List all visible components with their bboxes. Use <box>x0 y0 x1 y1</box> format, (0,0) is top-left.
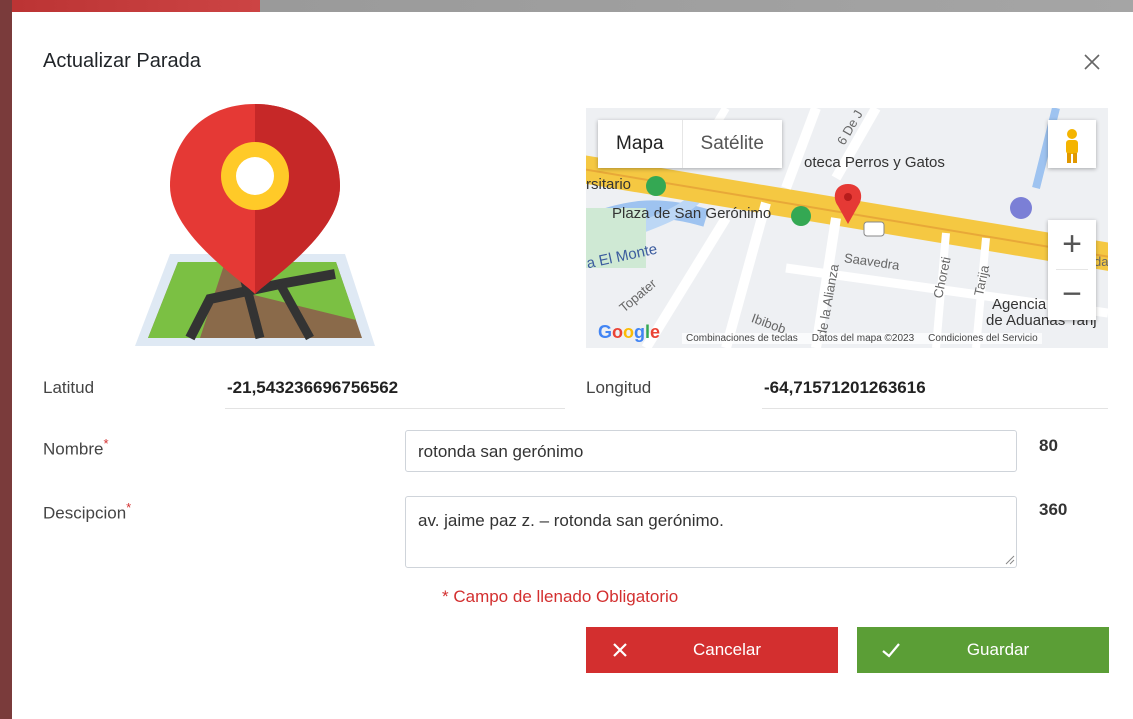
resize-handle-icon[interactable] <box>1003 552 1015 565</box>
location-map[interactable]: Mapa Satélite oteca Perros y Gatos rsita… <box>586 108 1108 348</box>
descripcion-label: Descipcion* <box>43 500 132 523</box>
map-label: oteca Perros y Gatos <box>804 154 945 171</box>
descripcion-counter: 360 <box>1039 500 1068 519</box>
map-label: rsitario <box>586 176 632 193</box>
save-button[interactable]: Guardar <box>857 627 1109 673</box>
map-type-satelite[interactable]: Satélite <box>681 120 782 168</box>
street-view-pegman-icon[interactable] <box>1048 120 1096 168</box>
nombre-input[interactable]: rotonda san gerónimo <box>405 430 1017 472</box>
page-backdrop-edge <box>0 0 12 719</box>
google-logo: Google <box>598 322 661 342</box>
latitud-label: Latitud <box>43 378 95 397</box>
longitud-underline <box>762 408 1108 409</box>
close-icon <box>608 638 632 662</box>
terms-link[interactable]: Condiciones del Servicio <box>928 333 1038 344</box>
latitud-underline <box>225 408 565 409</box>
zoom-in-button[interactable]: + <box>1048 220 1096 269</box>
nombre-label: Nombre* <box>43 436 109 459</box>
nombre-counter: 80 <box>1039 436 1058 455</box>
required-mark: * <box>126 500 132 515</box>
zoom-out-button[interactable]: − <box>1048 270 1096 319</box>
keyboard-shortcuts-link[interactable]: Combinaciones de teclas <box>686 333 798 344</box>
descripcion-textarea[interactable]: av. jaime paz z. – rotonda san gerónimo. <box>405 496 1017 568</box>
map-label: da <box>1094 254 1108 269</box>
zoom-control: + − <box>1048 220 1096 320</box>
longitud-label: Longitud <box>586 378 652 397</box>
check-icon <box>879 638 903 662</box>
map-attribution: Combinaciones de teclas Datos del mapa ©… <box>682 333 1042 344</box>
map-type-control: Mapa Satélite <box>598 120 782 168</box>
required-fields-note: * Campo de llenado Obligatorio <box>442 587 679 606</box>
longitud-value: -64,71571201263616 <box>764 378 926 397</box>
map-label: Plaza de San Gerónimo <box>612 205 772 222</box>
update-stop-dialog: Actualizar Parada Mapa Satélite oteca Pe… <box>12 12 1133 719</box>
close-icon[interactable] <box>1080 50 1104 74</box>
dialog-title: Actualizar Parada <box>43 50 201 72</box>
map-pin-on-map-icon <box>130 104 380 364</box>
required-mark: * <box>103 436 109 451</box>
map-type-mapa[interactable]: Mapa <box>598 120 682 168</box>
map-data-text: Datos del mapa ©2023 <box>811 333 915 344</box>
cancel-button[interactable]: Cancelar <box>586 627 838 673</box>
latitud-value: -21,543236696756562 <box>227 378 399 397</box>
